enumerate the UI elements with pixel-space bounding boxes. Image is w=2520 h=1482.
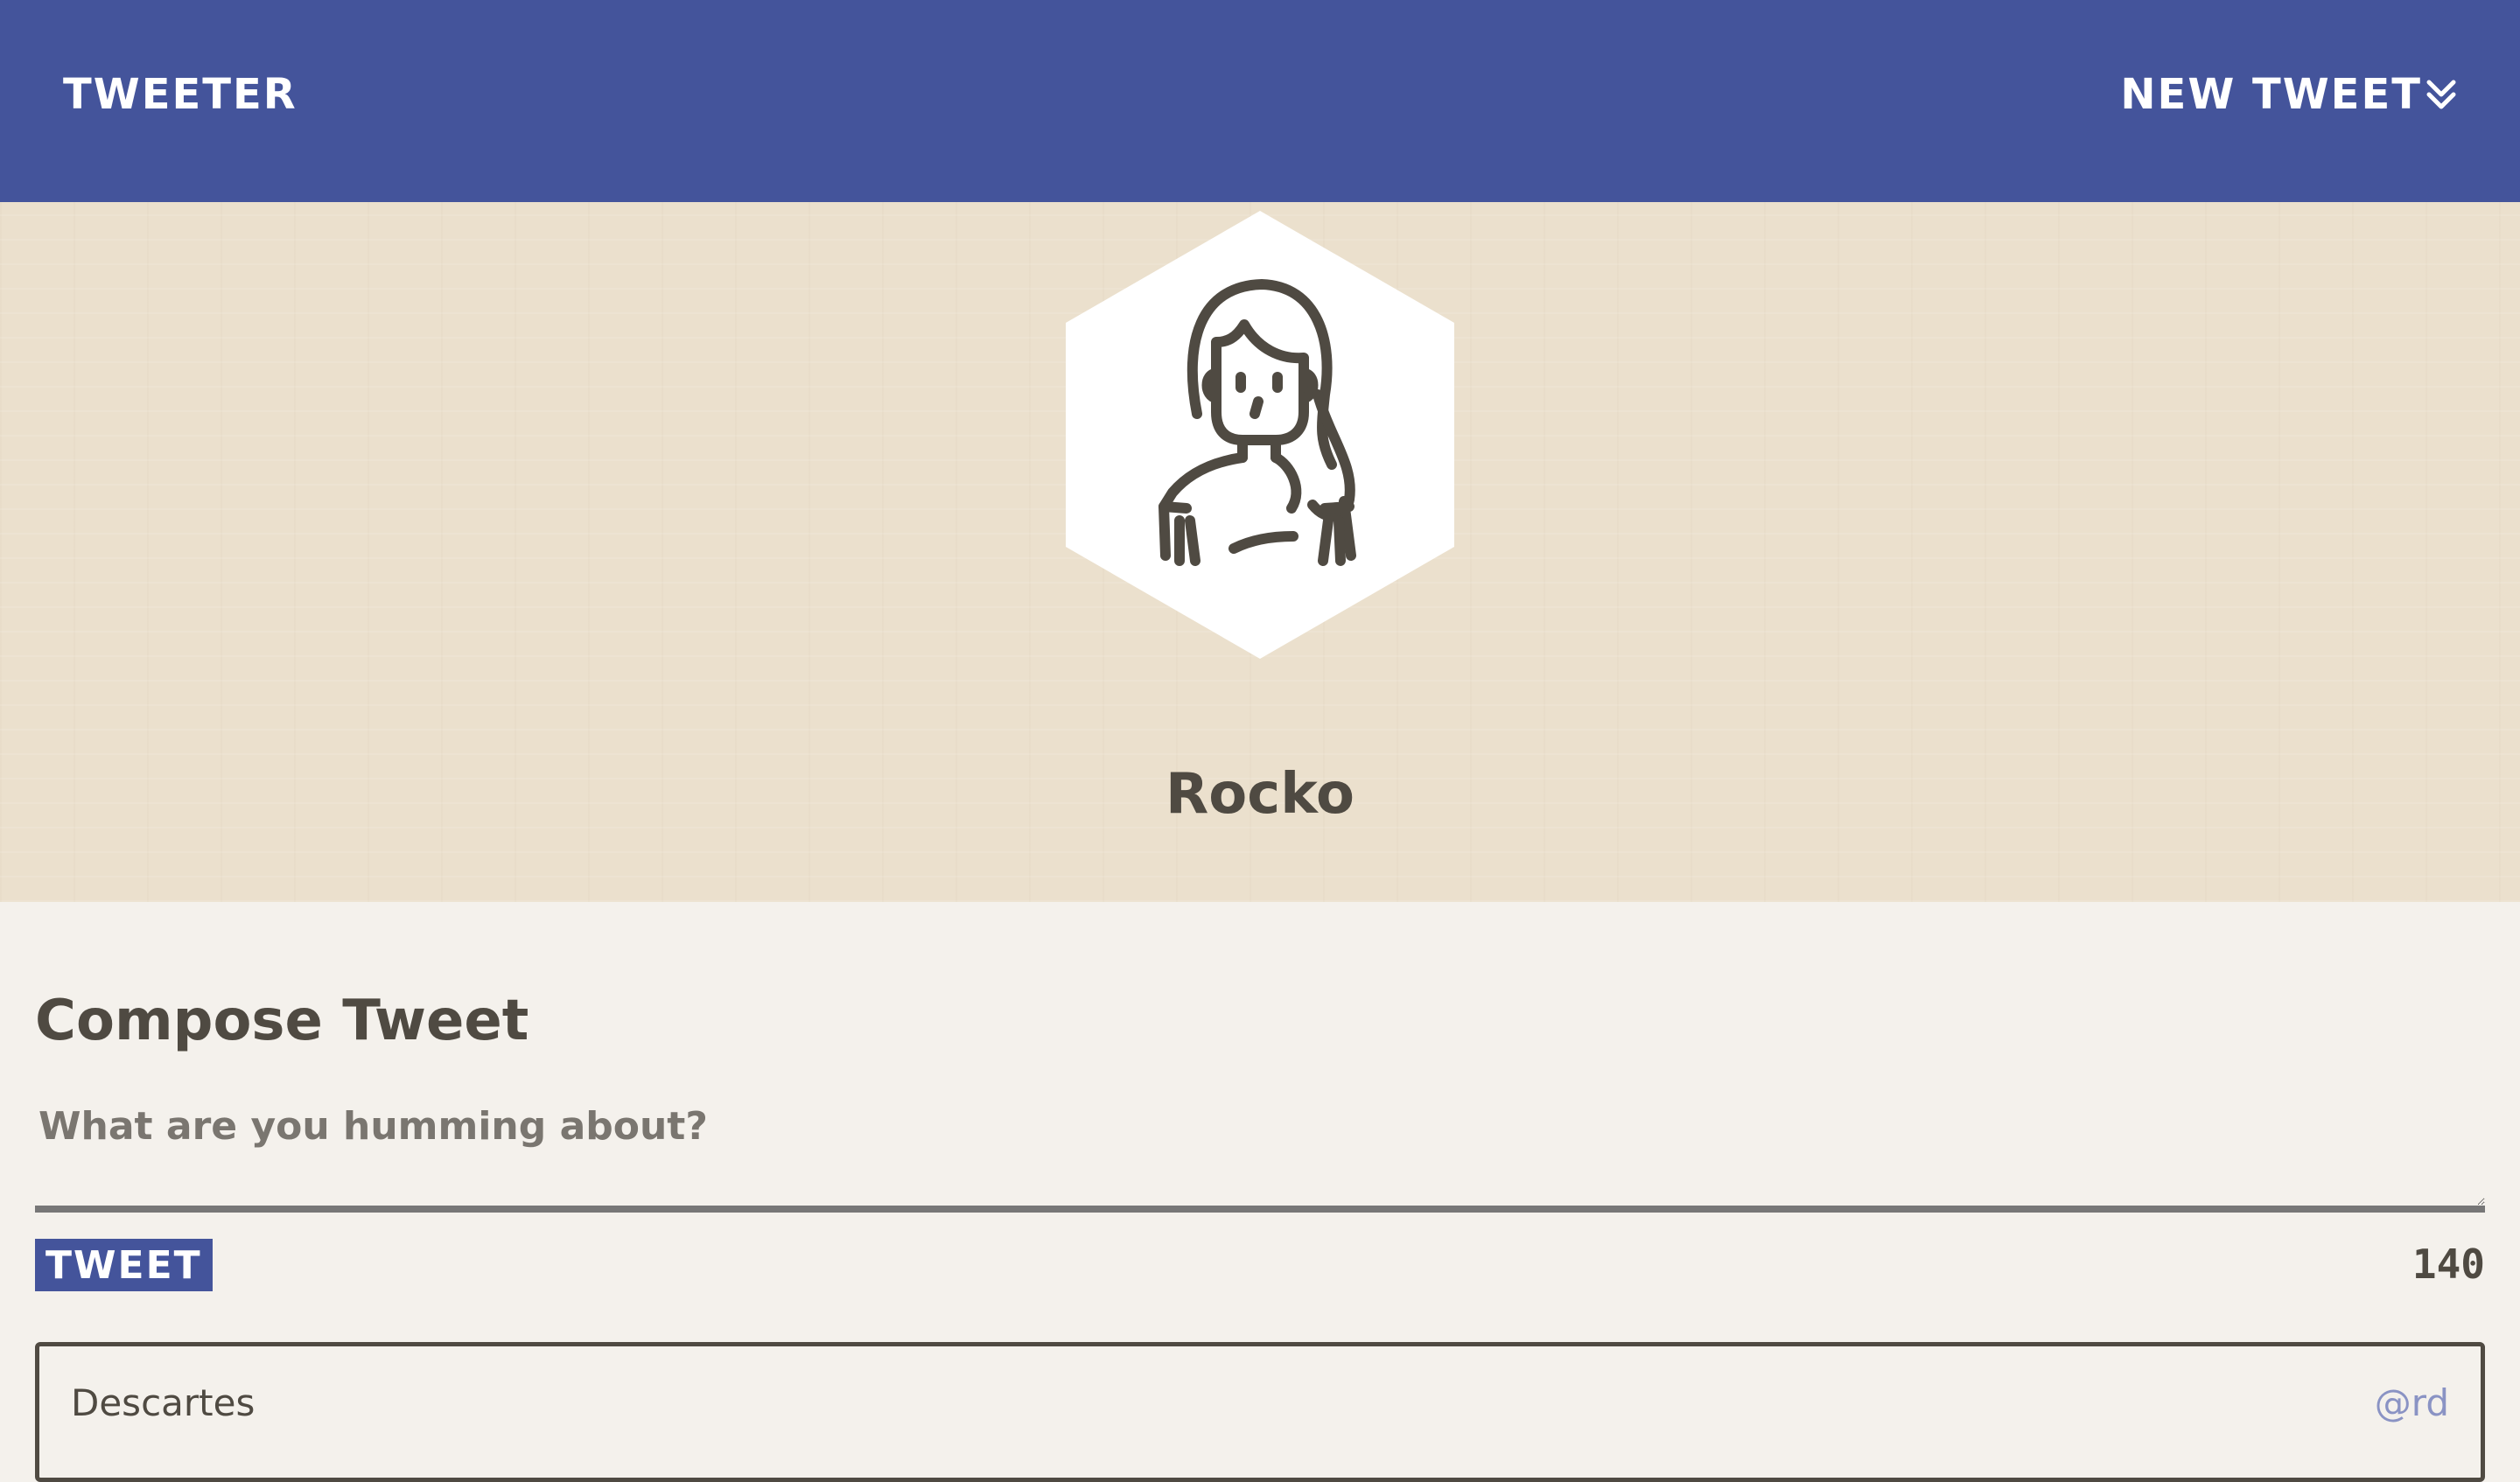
navbar: Tweeter New Tweet bbox=[0, 0, 2520, 202]
tweet-button[interactable]: Tweet bbox=[35, 1239, 213, 1291]
brand-logo[interactable]: Tweeter bbox=[63, 70, 298, 119]
double-chevron-down-icon bbox=[2426, 80, 2456, 109]
tweet-textarea[interactable] bbox=[35, 1088, 2485, 1213]
new-tweet-toggle[interactable]: New Tweet bbox=[2120, 70, 2457, 119]
woman-avatar-icon bbox=[1066, 211, 1454, 659]
compose-actions: Tweet 140 bbox=[35, 1239, 2485, 1291]
tweet-author-name: Descartes bbox=[71, 1381, 256, 1424]
profile-header: Rocko bbox=[0, 202, 2520, 902]
compose-title: Compose Tweet bbox=[35, 989, 529, 1053]
char-counter: 140 bbox=[2412, 1241, 2485, 1288]
tweet-author-handle: @rd bbox=[2374, 1381, 2449, 1424]
compose-tweet-form: Compose Tweet Tweet 140 bbox=[35, 989, 2485, 1291]
profile-name: Rocko bbox=[1166, 762, 1354, 827]
new-tweet-label: New Tweet bbox=[2120, 70, 2422, 119]
tweet-card: Descartes @rd bbox=[35, 1342, 2485, 1482]
